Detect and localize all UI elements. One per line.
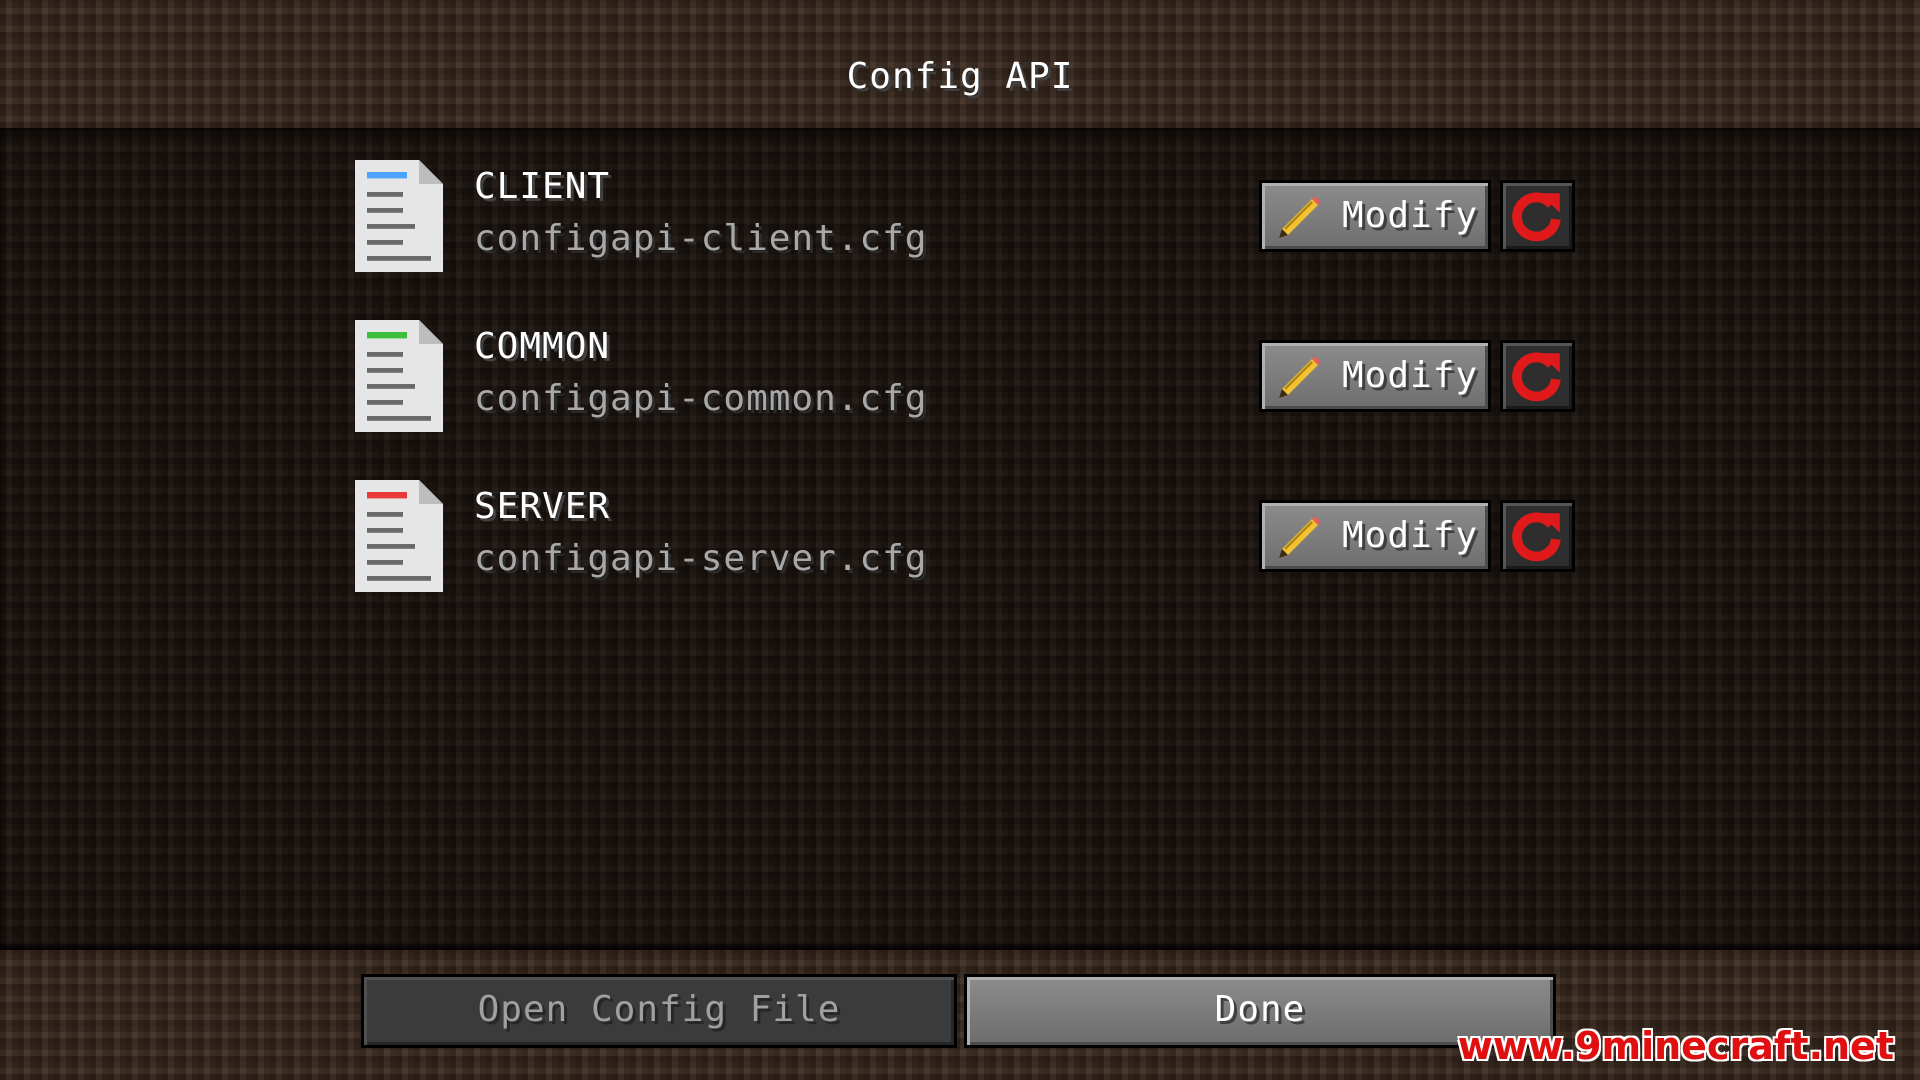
pencil-icon — [1279, 516, 1321, 558]
entry-name: CLIENT — [474, 166, 611, 207]
reset-button[interactable] — [1500, 500, 1575, 572]
reset-button[interactable] — [1500, 340, 1575, 412]
file-icon — [355, 160, 443, 272]
config-entry-common: COMMON configapi-common.cfg Modify — [355, 320, 1575, 435]
entry-name: SERVER — [474, 486, 611, 527]
entry-filename: configapi-client.cfg — [474, 218, 928, 259]
watermark: www.9minecraft.net — [1457, 1024, 1894, 1068]
modify-button[interactable]: Modify — [1259, 340, 1491, 412]
config-screen: Config API CLIENT configapi-client.cfg M… — [0, 0, 1920, 1080]
page-title: Config API — [846, 56, 1074, 97]
modify-button-label: Modify — [1342, 515, 1479, 556]
modify-button-label: Modify — [1342, 355, 1479, 396]
config-entry-client: CLIENT configapi-client.cfg Modify — [355, 160, 1575, 275]
open-config-file-button[interactable]: Open Config File — [361, 974, 957, 1048]
reset-icon — [1512, 512, 1561, 562]
modify-button-label: Modify — [1342, 195, 1479, 236]
reset-icon — [1512, 192, 1561, 242]
file-icon — [355, 320, 443, 432]
pencil-icon — [1279, 356, 1321, 398]
entry-filename: configapi-server.cfg — [474, 538, 928, 579]
pencil-icon — [1279, 196, 1321, 238]
entry-filename: configapi-common.cfg — [474, 378, 928, 419]
config-entry-server: SERVER configapi-server.cfg Modify — [355, 480, 1575, 595]
file-icon — [355, 480, 443, 592]
entry-name: COMMON — [474, 326, 611, 367]
reset-button[interactable] — [1500, 180, 1575, 252]
reset-icon — [1512, 352, 1561, 402]
modify-button[interactable]: Modify — [1259, 500, 1491, 572]
modify-button[interactable]: Modify — [1259, 180, 1491, 252]
